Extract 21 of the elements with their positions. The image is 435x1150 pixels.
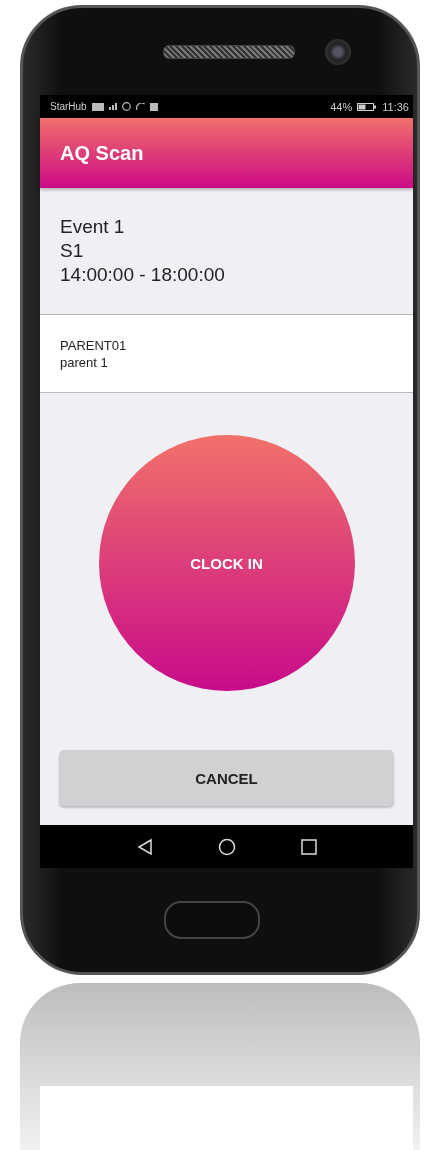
hd-badge-icon: [91, 102, 104, 111]
parent-name: parent 1: [60, 353, 109, 371]
recents-icon[interactable]: [299, 837, 318, 856]
back-icon[interactable]: [135, 837, 154, 856]
signal-icon: [108, 103, 117, 110]
parent-code: PARENT01: [60, 336, 128, 354]
home-icon[interactable]: [217, 837, 236, 856]
event-name: Event 1: [60, 216, 126, 238]
clock-in-button[interactable]: CLOCK IN: [98, 435, 355, 691]
battery-icon: [357, 101, 378, 112]
camera-icon: [324, 38, 351, 65]
app-title: AQ Scan: [60, 141, 144, 165]
square-icon: [149, 102, 158, 111]
arc-icon: [135, 103, 145, 110]
session-name: S1: [60, 240, 85, 262]
clock-time: 11:36: [382, 100, 409, 113]
battery-percent: 44%: [330, 100, 353, 113]
circle-icon: [121, 102, 131, 111]
carrier-label: StarHub: [50, 101, 87, 112]
cancel-button[interactable]: CANCEL: [59, 750, 394, 806]
time-range: 14:00:00 - 18:00:00: [60, 264, 226, 286]
